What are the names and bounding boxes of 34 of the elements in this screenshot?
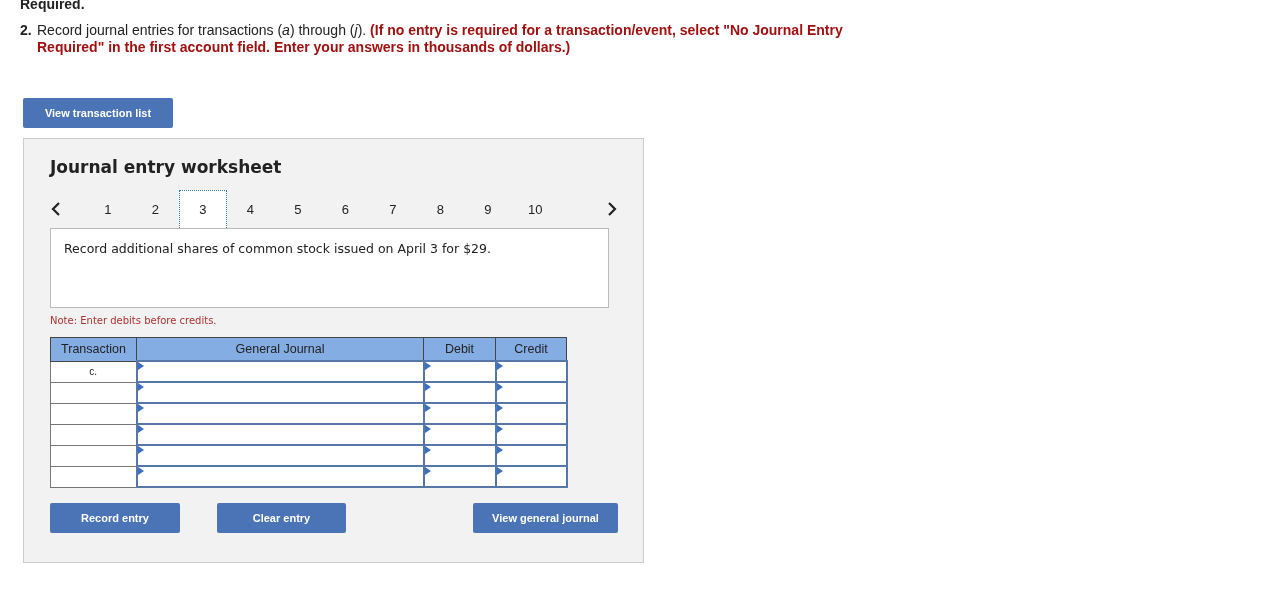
- credit-field[interactable]: [495, 361, 567, 382]
- view-transaction-list-button[interactable]: View transaction list: [23, 98, 173, 128]
- page-tab[interactable]: 10: [511, 190, 559, 228]
- account-field[interactable]: [136, 445, 424, 466]
- page-tab[interactable]: 5: [274, 190, 322, 228]
- column-header: General Journal: [136, 337, 424, 361]
- action-button[interactable]: View general journal: [473, 503, 618, 533]
- page-tab[interactable]: 6: [321, 190, 369, 228]
- question-number: 2.: [20, 22, 33, 40]
- page-tab[interactable]: 7: [369, 190, 417, 228]
- page-tab[interactable]: 3: [179, 190, 227, 228]
- page-tab[interactable]: 2: [131, 190, 179, 228]
- page-tab[interactable]: 8: [416, 190, 464, 228]
- account-field[interactable]: [136, 382, 424, 403]
- column-header: Debit: [423, 337, 496, 361]
- page-tab[interactable]: 9: [464, 190, 512, 228]
- account-field[interactable]: [136, 361, 424, 382]
- account-field[interactable]: [136, 403, 424, 424]
- note-text: Note: Enter debits before credits.: [50, 315, 218, 328]
- column-header: Credit: [495, 337, 567, 361]
- column-header: Transaction: [50, 337, 137, 361]
- debit-field[interactable]: [423, 361, 496, 382]
- page-tab[interactable]: 4: [226, 190, 274, 228]
- next-icon[interactable]: [606, 201, 618, 217]
- account-field[interactable]: [136, 424, 424, 445]
- previous-icon[interactable]: [50, 201, 62, 217]
- transaction-cell: c.: [50, 361, 137, 382]
- instruction-text: Record journal entries for transactions (a) through (j). (If no entry is required for a transaction/event, select "No Journal Entry Required" in the first account field. Enter your answers in thousands of dollars.): [37, 22, 844, 56]
- action-button[interactable]: Record entry: [50, 503, 180, 533]
- worksheet-title: Journal entry worksheet: [50, 157, 283, 179]
- account-field[interactable]: [136, 466, 424, 487]
- action-button[interactable]: Clear entry: [217, 503, 346, 533]
- page-tab[interactable]: 1: [84, 190, 132, 228]
- transaction-description: Record additional shares of common stock issued on April 3 for $29.: [50, 228, 609, 308]
